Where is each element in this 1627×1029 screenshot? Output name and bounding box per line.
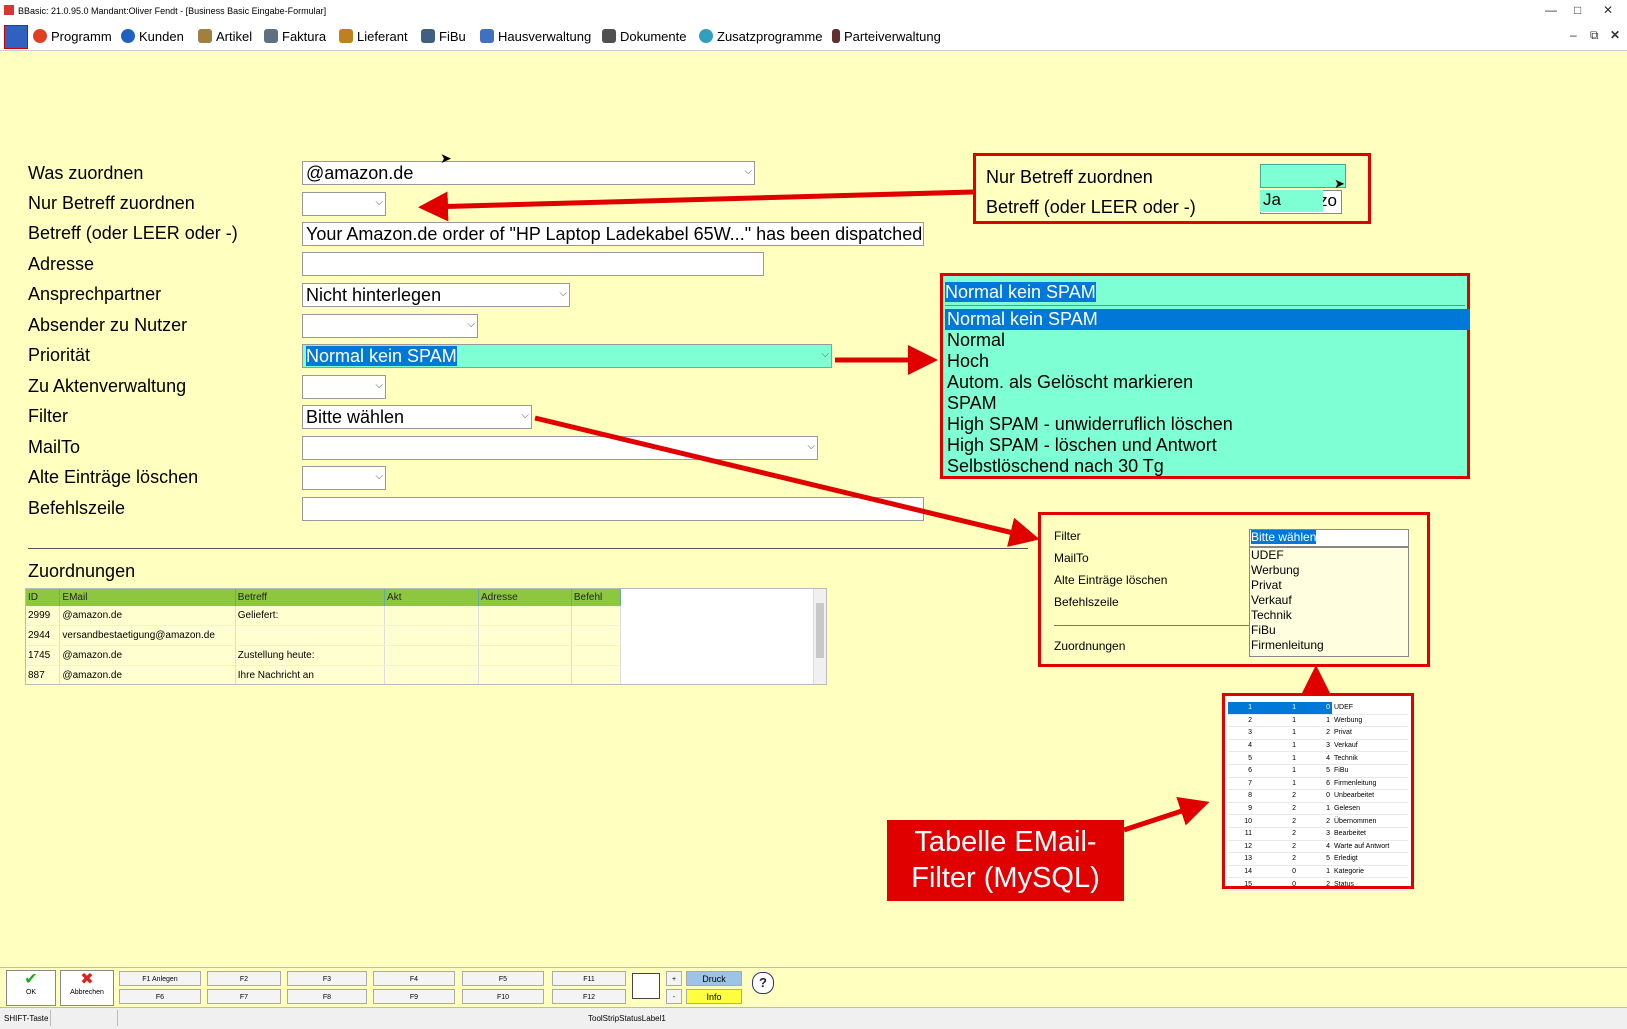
- status-separator: [117, 1010, 118, 1026]
- plus-button[interactable]: +: [666, 971, 682, 986]
- abbrechen-button[interactable]: ✖ Abbrechen: [60, 970, 114, 1006]
- f6-button[interactable]: F6: [119, 989, 201, 1004]
- f3-button[interactable]: F3: [287, 971, 367, 986]
- help-icon[interactable]: ?: [752, 972, 774, 994]
- f5-button[interactable]: F5: [462, 971, 544, 986]
- arrow-to-mini-table: [1123, 797, 1210, 833]
- ok-button[interactable]: ✔ OK: [6, 970, 56, 1006]
- f11-button[interactable]: F11: [552, 971, 626, 986]
- f12-button[interactable]: F12: [552, 989, 626, 1004]
- status-bar: SHIFT-Taste ToolStripStatusLabel1: [0, 1007, 1627, 1029]
- bottom-toolbar: ✔ OK ✖ Abbrechen F1 Anlegen F2 F3 F4 F5 …: [0, 967, 1627, 1008]
- status-label: ToolStripStatusLabel1: [588, 1014, 666, 1023]
- f7-button[interactable]: F7: [207, 989, 281, 1004]
- arrow-to-filter-callout: [534, 415, 1040, 547]
- checkmark-icon: ✔: [24, 971, 38, 988]
- arrow-to-nur-betreff: [418, 189, 974, 222]
- minus-button[interactable]: -: [666, 989, 682, 1004]
- annotation-arrows: [418, 189, 1331, 833]
- status-shift: SHIFT-Taste: [4, 1014, 49, 1023]
- f10-button[interactable]: F10: [462, 989, 544, 1004]
- f4-button[interactable]: F4: [373, 971, 455, 986]
- f9-button[interactable]: F9: [373, 989, 455, 1004]
- info-button[interactable]: Info: [686, 989, 742, 1004]
- f8-button[interactable]: F8: [287, 989, 367, 1004]
- printer-icon[interactable]: [632, 973, 660, 999]
- druck-button[interactable]: Druck: [686, 971, 742, 986]
- f2-button[interactable]: F2: [207, 971, 281, 986]
- f1-button[interactable]: F1 Anlegen: [119, 971, 201, 986]
- cancel-x-icon: ✖: [80, 971, 94, 988]
- status-separator: [50, 1010, 51, 1026]
